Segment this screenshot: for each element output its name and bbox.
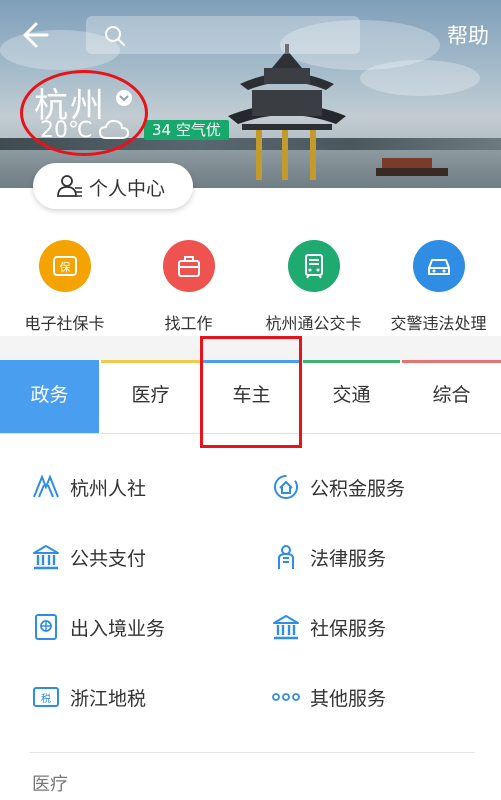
- tab-color-bar: [402, 360, 501, 363]
- tab-color-bar: [101, 360, 200, 363]
- service-label: 公共支付: [70, 548, 147, 570]
- tab-government[interactable]: 政务: [0, 360, 99, 433]
- tab-label: 综合: [432, 384, 471, 406]
- service-label: 浙江地税: [70, 688, 147, 710]
- hr-social-icon: [33, 474, 59, 498]
- boat-image: [376, 158, 448, 176]
- service-hangzhou-hr[interactable]: 杭州人社: [32, 470, 232, 504]
- social-security-card-icon: 保: [38, 240, 91, 292]
- service-label: 社保服务: [310, 618, 387, 640]
- quick-service-find-job[interactable]: 找工作: [126, 240, 251, 334]
- back-arrow-icon: [23, 22, 49, 48]
- legal-service-icon: [278, 545, 294, 569]
- tab-color-bar: [303, 360, 400, 363]
- person-icon: [57, 175, 82, 197]
- quick-service-label: 交警违法处理: [390, 314, 487, 333]
- quick-service-label: 找工作: [164, 314, 213, 333]
- service-housing-fund[interactable]: 公积金服务: [272, 470, 472, 504]
- quick-service-bus-card[interactable]: 杭州通公交卡: [251, 240, 376, 334]
- service-label: 法律服务: [310, 548, 387, 570]
- personal-center-button[interactable]: 个人中心: [33, 163, 193, 209]
- service-label: 其他服务: [310, 688, 387, 710]
- passport-icon: [35, 614, 57, 640]
- service-label: 公积金服务: [310, 478, 406, 500]
- service-other[interactable]: 其他服务: [272, 680, 472, 714]
- quick-service-label: 杭州通公交卡: [265, 314, 362, 333]
- air-quality-badge: 34 空气优: [144, 120, 229, 140]
- service-zhejiang-tax[interactable]: 税 浙江地税: [32, 680, 232, 714]
- back-button[interactable]: [20, 20, 50, 50]
- search-input[interactable]: [86, 16, 360, 54]
- personal-center-label: 个人中心: [89, 178, 166, 200]
- help-button[interactable]: 帮助: [447, 20, 489, 50]
- public-payment-icon: [33, 545, 59, 570]
- quick-service-social-card[interactable]: 保 电子社保卡: [2, 240, 127, 334]
- section-title-medical: 医疗: [32, 774, 68, 795]
- tax-icon: 税: [33, 687, 59, 707]
- section-divider: [30, 752, 475, 753]
- car-icon: [412, 240, 465, 292]
- search-icon: [105, 26, 125, 46]
- quick-service-traffic-violation[interactable]: 交警违法处理: [376, 240, 501, 334]
- service-social-insurance[interactable]: 社保服务: [272, 610, 472, 644]
- housing-fund-icon: [274, 475, 298, 499]
- service-label: 杭州人社: [70, 478, 147, 500]
- tab-label: 交通: [332, 384, 371, 406]
- service-legal[interactable]: 法律服务: [272, 540, 472, 574]
- more-dots-icon: [272, 693, 300, 701]
- tab-label: 医疗: [131, 384, 170, 406]
- red-annotation-rectangle: [200, 336, 302, 448]
- social-insurance-icon: [273, 615, 299, 640]
- svg-text:税: 税: [41, 692, 51, 705]
- bus-card-icon: [287, 240, 340, 292]
- pavilion-image: [228, 44, 346, 180]
- briefcase-icon: [162, 240, 215, 292]
- quick-service-label: 电子社保卡: [24, 314, 105, 333]
- tab-transport[interactable]: 交通: [303, 360, 400, 433]
- sky-cloud: [360, 60, 480, 96]
- svg-text:保: 保: [59, 260, 70, 274]
- service-public-payment[interactable]: 公共支付: [32, 540, 232, 574]
- service-exit-entry[interactable]: 出入境业务: [32, 610, 232, 644]
- tab-general[interactable]: 综合: [402, 360, 501, 433]
- red-annotation-ellipse: [20, 70, 148, 156]
- service-label: 出入境业务: [70, 618, 166, 640]
- tab-label: 政务: [30, 384, 69, 406]
- tab-medical[interactable]: 医疗: [101, 360, 200, 433]
